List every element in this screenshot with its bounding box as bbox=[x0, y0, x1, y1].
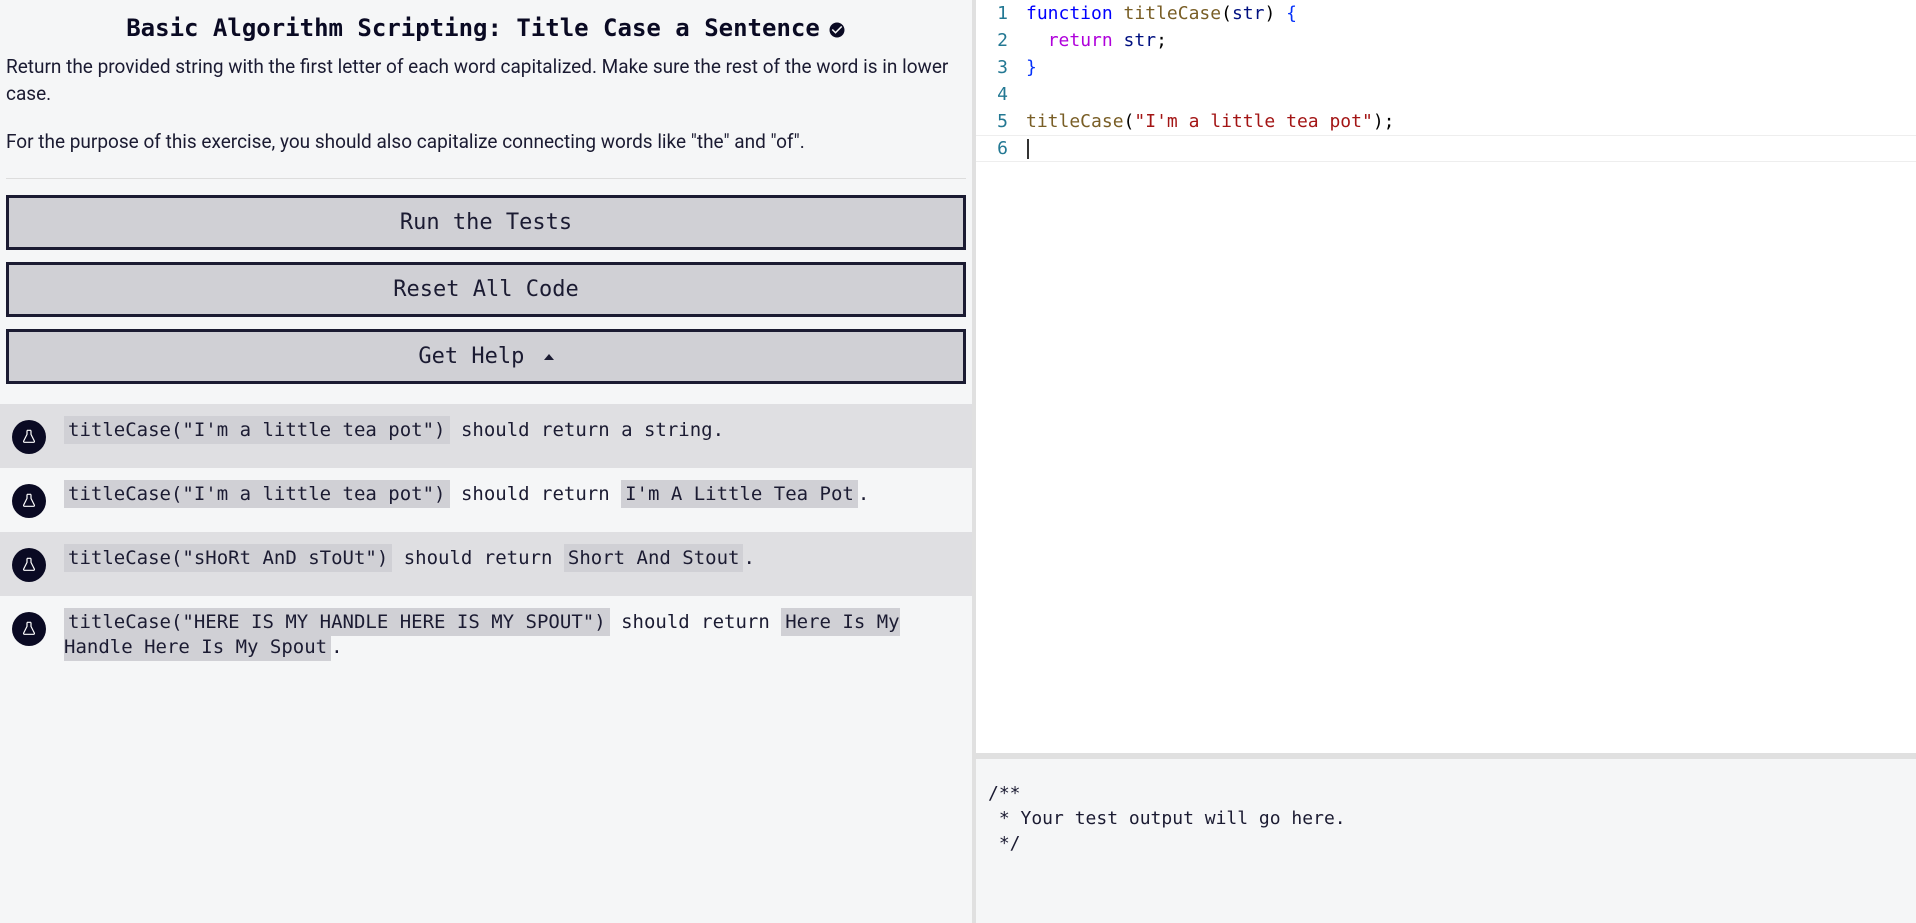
challenge-title-area: Basic Algorithm Scripting: Title Case a … bbox=[0, 0, 972, 48]
get-help-label: Get Help bbox=[418, 344, 524, 369]
challenge-description: Return the provided string with the firs… bbox=[0, 48, 972, 156]
flask-icon bbox=[12, 420, 46, 454]
code-line[interactable]: 6 bbox=[976, 135, 1916, 162]
caret-up-icon bbox=[544, 354, 554, 360]
line-number: 2 bbox=[976, 27, 1026, 54]
test-text: titleCase("I'm a little tea pot") should… bbox=[64, 418, 960, 444]
code-content[interactable]: } bbox=[1026, 54, 1037, 81]
code-editor[interactable]: 1function titleCase(str) {2 return str;3… bbox=[976, 0, 1916, 753]
line-number: 3 bbox=[976, 54, 1026, 81]
test-call-code: titleCase("HERE IS MY HANDLE HERE IS MY … bbox=[64, 608, 610, 636]
code-line[interactable]: 4 bbox=[976, 81, 1916, 108]
code-line[interactable]: 1function titleCase(str) { bbox=[976, 0, 1916, 27]
challenge-title: Basic Algorithm Scripting: Title Case a … bbox=[126, 14, 820, 42]
instructions-panel: Basic Algorithm Scripting: Title Case a … bbox=[0, 0, 972, 923]
reset-code-button[interactable]: Reset All Code bbox=[6, 262, 966, 317]
code-line[interactable]: 5titleCase("I'm a little tea pot"); bbox=[976, 108, 1916, 135]
test-call-code: titleCase("sHoRt AnD sToUt") bbox=[64, 544, 392, 572]
test-mid-text: should return bbox=[610, 611, 782, 633]
action-buttons: Run the Tests Reset All Code Get Help bbox=[0, 195, 972, 384]
line-number: 4 bbox=[976, 81, 1026, 108]
divider bbox=[6, 178, 966, 179]
test-expect-code: Short And Stout bbox=[564, 544, 744, 572]
editor-panel: 1function titleCase(str) {2 return str;3… bbox=[972, 0, 1916, 923]
output-console: /** * Your test output will go here. */ bbox=[976, 753, 1916, 923]
test-call-code: titleCase("I'm a little tea pot") bbox=[64, 416, 450, 444]
test-row: titleCase("I'm a little tea pot") should… bbox=[0, 468, 972, 532]
description-paragraph: Return the provided string with the firs… bbox=[6, 54, 966, 107]
test-text: titleCase("I'm a little tea pot") should… bbox=[64, 482, 960, 508]
test-mid-text: should return bbox=[450, 483, 622, 505]
test-mid-text: should return bbox=[392, 547, 564, 569]
code-content[interactable] bbox=[1026, 135, 1029, 162]
code-content[interactable]: titleCase("I'm a little tea pot"); bbox=[1026, 108, 1395, 135]
code-content[interactable]: return str; bbox=[1026, 27, 1167, 54]
test-expect-code: I'm A Little Tea Pot bbox=[621, 480, 858, 508]
code-line[interactable]: 2 return str; bbox=[976, 27, 1916, 54]
code-line[interactable]: 3} bbox=[976, 54, 1916, 81]
get-help-button[interactable]: Get Help bbox=[6, 329, 966, 384]
test-mid-text: should return a string. bbox=[450, 419, 725, 441]
flask-icon bbox=[12, 484, 46, 518]
flask-icon bbox=[12, 612, 46, 646]
test-row: titleCase("HERE IS MY HANDLE HERE IS MY … bbox=[0, 596, 972, 675]
tests-list: titleCase("I'm a little tea pot") should… bbox=[0, 404, 972, 675]
test-text: titleCase("sHoRt AnD sToUt") should retu… bbox=[64, 546, 960, 572]
test-text: titleCase("HERE IS MY HANDLE HERE IS MY … bbox=[64, 610, 960, 661]
test-call-code: titleCase("I'm a little tea pot") bbox=[64, 480, 450, 508]
line-number: 5 bbox=[976, 108, 1026, 135]
text-cursor bbox=[1027, 139, 1029, 159]
test-row: titleCase("I'm a little tea pot") should… bbox=[0, 404, 972, 468]
test-row: titleCase("sHoRt AnD sToUt") should retu… bbox=[0, 532, 972, 596]
run-tests-button[interactable]: Run the Tests bbox=[6, 195, 966, 250]
line-number: 1 bbox=[976, 0, 1026, 27]
line-number: 6 bbox=[976, 135, 1026, 162]
description-paragraph: For the purpose of this exercise, you sh… bbox=[6, 129, 966, 156]
flask-icon bbox=[12, 548, 46, 582]
code-content[interactable]: function titleCase(str) { bbox=[1026, 0, 1297, 27]
completed-check-icon bbox=[828, 21, 846, 39]
